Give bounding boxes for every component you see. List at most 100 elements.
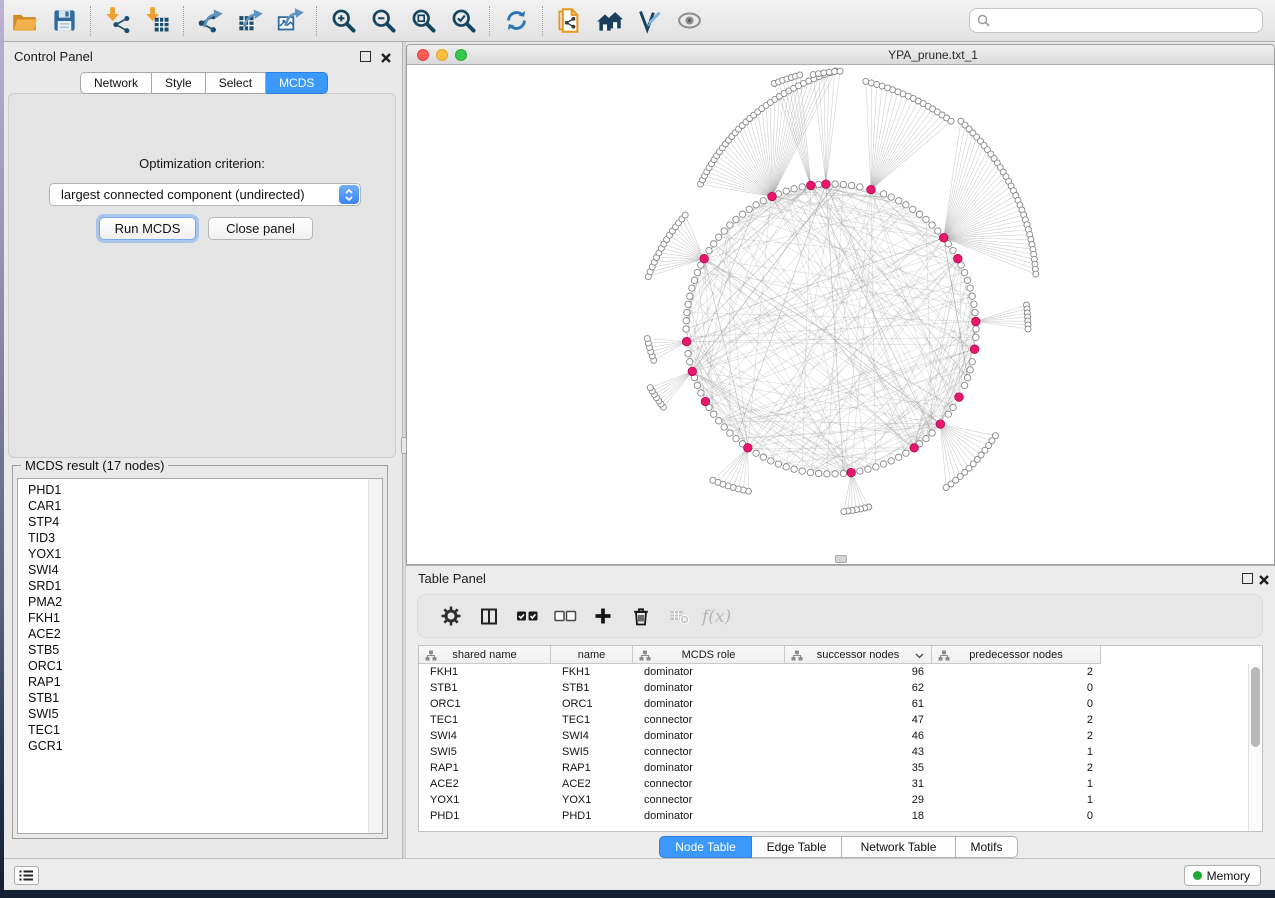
table-row[interactable]: PHD1PHD1dominator180 — [419, 808, 1101, 824]
network-node[interactable] — [910, 206, 916, 212]
network-node[interactable] — [961, 382, 967, 388]
network-node[interactable] — [683, 326, 689, 332]
mcds-result-item[interactable]: PHD1 — [18, 482, 367, 498]
import-table-button[interactable] — [137, 3, 177, 39]
tab-style[interactable]: Style — [152, 72, 206, 94]
close-panel-icon[interactable] — [1258, 573, 1270, 585]
network-node[interactable] — [799, 468, 805, 474]
network-node[interactable] — [721, 228, 727, 234]
mcds-dominator-node[interactable] — [970, 345, 979, 354]
mcds-dominator-node[interactable] — [807, 181, 816, 190]
mcds-dominator-node[interactable] — [936, 420, 945, 429]
mcds-result-item[interactable]: STB1 — [18, 690, 367, 706]
network-node[interactable] — [799, 184, 805, 190]
zoom-in-button[interactable] — [323, 3, 363, 39]
mcds-dominator-node[interactable] — [847, 468, 856, 477]
memory-button[interactable]: Memory — [1184, 865, 1261, 886]
network-node[interactable] — [685, 301, 691, 307]
network-node[interactable] — [832, 471, 838, 477]
network-node[interactable] — [967, 285, 973, 291]
network-node[interactable] — [768, 458, 774, 464]
delete-table-button[interactable] — [660, 599, 698, 633]
network-node[interactable] — [760, 454, 766, 460]
mcds-result-item[interactable]: STP4 — [18, 514, 367, 530]
network-node[interactable] — [815, 470, 821, 476]
network-node[interactable] — [964, 375, 970, 381]
export-network-button[interactable] — [190, 3, 230, 39]
network-node[interactable] — [775, 461, 781, 467]
deselect-all-button[interactable] — [546, 599, 584, 633]
network-node[interactable] — [903, 450, 909, 456]
network-node[interactable] — [935, 228, 941, 234]
table-row[interactable]: ACE2ACE2connector311 — [419, 776, 1101, 792]
network-node[interactable] — [1025, 326, 1031, 332]
tab-motifs[interactable]: Motifs — [956, 836, 1018, 858]
network-node[interactable] — [753, 450, 759, 456]
network-node[interactable] — [783, 188, 789, 194]
network-node[interactable] — [685, 351, 691, 357]
table-row[interactable]: STB1STB1dominator620 — [419, 680, 1101, 696]
network-node[interactable] — [903, 202, 909, 208]
tab-edge-table[interactable]: Edge Table — [752, 836, 842, 858]
network-node[interactable] — [721, 424, 727, 430]
network-node[interactable] — [687, 359, 693, 365]
network-canvas[interactable] — [407, 65, 1274, 564]
network-node[interactable] — [972, 309, 978, 315]
network-node[interactable] — [848, 182, 854, 188]
network-node[interactable] — [746, 206, 752, 212]
network-node[interactable] — [857, 468, 863, 474]
network-node[interactable] — [873, 464, 879, 470]
table-row[interactable]: RAP1RAP1dominator352 — [419, 760, 1101, 776]
network-node[interactable] — [865, 466, 871, 472]
network-node[interactable] — [691, 277, 697, 283]
close-panel-icon[interactable] — [380, 51, 392, 63]
column-header-shared-name[interactable]: shared name — [419, 646, 551, 664]
network-node[interactable] — [753, 202, 759, 208]
network-node[interactable] — [832, 181, 838, 187]
network-node[interactable] — [973, 326, 979, 332]
table-row[interactable]: SWI4SWI4dominator462 — [419, 728, 1101, 744]
column-header-predecessor-nodes[interactable]: predecessor nodes — [932, 646, 1101, 664]
scrollbar-thumb[interactable] — [1251, 667, 1260, 747]
network-node[interactable] — [694, 382, 700, 388]
network-node[interactable] — [961, 269, 967, 275]
tab-select[interactable]: Select — [206, 72, 266, 94]
close-panel-button[interactable]: Close panel — [208, 217, 313, 240]
network-node[interactable] — [841, 509, 847, 515]
network-node[interactable] — [923, 435, 929, 441]
search-input[interactable] — [995, 11, 1262, 31]
mcds-dominator-node[interactable] — [822, 180, 831, 189]
network-node[interactable] — [969, 359, 975, 365]
tab-network-table[interactable]: Network Table — [842, 836, 956, 858]
mcds-result-item[interactable]: FKH1 — [18, 610, 367, 626]
close-traffic-light[interactable] — [417, 49, 429, 61]
mcds-dominator-node[interactable] — [744, 444, 753, 453]
mcds-result-item[interactable]: STB5 — [18, 642, 367, 658]
network-node[interactable] — [950, 247, 956, 253]
network-node[interactable] — [791, 186, 797, 192]
network-node[interactable] — [971, 301, 977, 307]
float-panel-icon[interactable] — [360, 51, 371, 62]
mcds-dominator-node[interactable] — [972, 317, 981, 326]
network-node[interactable] — [797, 72, 803, 78]
network-node[interactable] — [815, 181, 821, 187]
mcds-result-item[interactable]: ORC1 — [18, 658, 367, 674]
mcds-result-item[interactable]: YOX1 — [18, 546, 367, 562]
settings-gear-button[interactable] — [432, 599, 470, 633]
mcds-result-item[interactable]: SWI5 — [18, 706, 367, 722]
network-node[interactable] — [711, 241, 717, 247]
mcds-result-item[interactable]: TEC1 — [18, 722, 367, 738]
network-node[interactable] — [683, 318, 689, 324]
network-node[interactable] — [687, 293, 693, 299]
column-header-MCDS-role[interactable]: MCDS role — [633, 646, 785, 664]
add-button[interactable] — [584, 599, 622, 633]
network-node[interactable] — [929, 430, 935, 436]
network-node[interactable] — [840, 470, 846, 476]
horizontal-splitter-handle[interactable] — [835, 555, 847, 563]
mcds-dominator-node[interactable] — [768, 192, 777, 201]
network-node[interactable] — [739, 211, 745, 217]
mcds-result-item[interactable]: PMA2 — [18, 594, 367, 610]
network-node[interactable] — [863, 78, 869, 84]
eye-button[interactable] — [669, 3, 709, 39]
mcds-result-item[interactable]: ACE2 — [18, 626, 367, 642]
